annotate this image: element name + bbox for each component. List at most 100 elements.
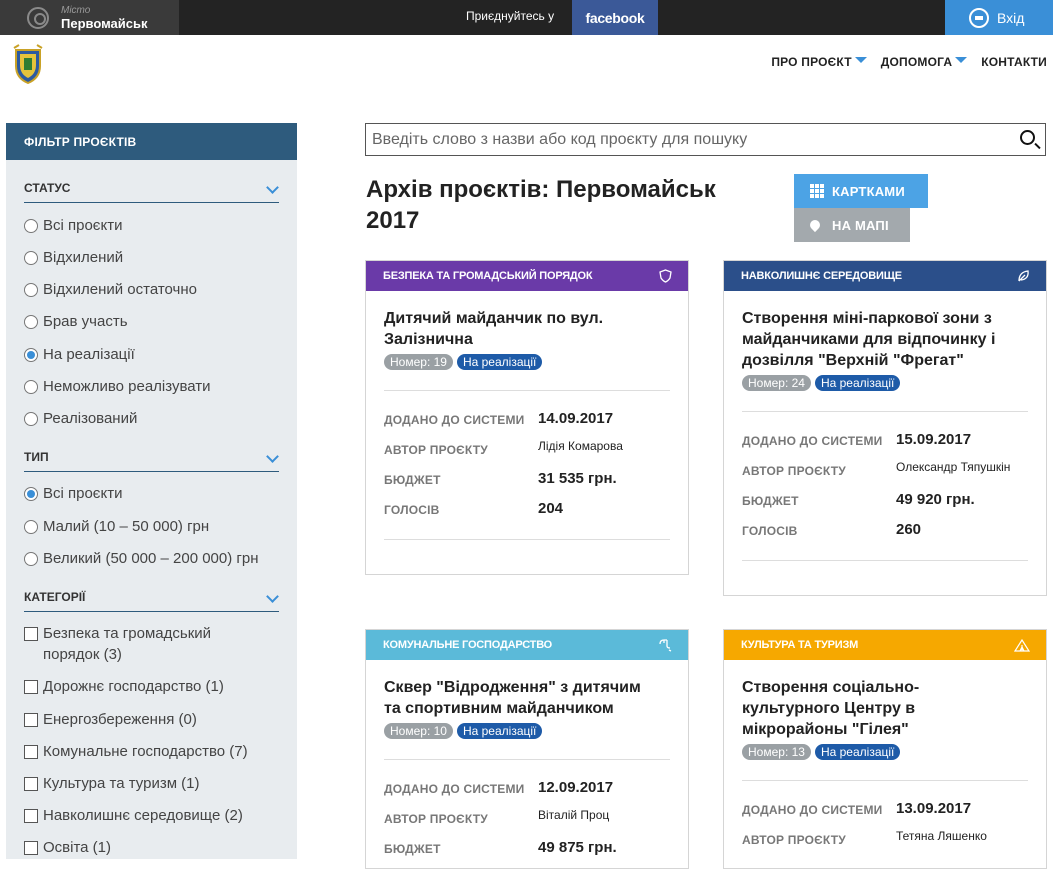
category-option-label: Енергозбереження (0) — [43, 711, 197, 728]
type-option[interactable]: Великий (50 000 – 200 000) грн — [24, 548, 259, 569]
nav-help[interactable]: ДОПОМОГА — [881, 55, 968, 69]
author-label: АВТОР ПРОЄКТУ — [742, 833, 846, 847]
status-badge: На реалізації — [456, 723, 543, 739]
category-option[interactable]: Безпека та громадський порядок (3) — [24, 623, 244, 665]
category-option[interactable]: Дорожнє господарство (1) — [24, 676, 224, 697]
search-input[interactable] — [366, 124, 1006, 155]
radio-button[interactable] — [24, 219, 38, 233]
author-value: Тетяна Ляшенко — [896, 829, 987, 843]
radio-button-selected[interactable] — [24, 487, 38, 501]
status-section-header[interactable]: СТАТУС — [24, 181, 279, 203]
checkbox[interactable] — [24, 777, 38, 791]
status-option[interactable]: Відхилений остаточно — [24, 279, 197, 300]
categories-section-title: КАТЕГОРІЇ — [24, 590, 86, 604]
view-map-button[interactable]: НА МАПІ — [794, 208, 910, 242]
card-title-line: Дитячий майданчик по вул. — [384, 310, 604, 327]
budget-value: 31 535 грн. — [538, 470, 617, 487]
filter-title: ФІЛЬТР ПРОЄКТІВ — [6, 123, 297, 160]
number-badge: Номер: 24 — [742, 375, 811, 391]
votes-row: ГОЛОСІВ 204 — [384, 500, 563, 517]
card-title[interactable]: Створення соціально- культурного Центру … — [742, 677, 919, 740]
nav-contacts[interactable]: КОНТАКТИ — [981, 55, 1047, 69]
author-row: АВТОР ПРОЄКТУ Віталій Проц — [384, 808, 609, 826]
radio-button[interactable] — [24, 412, 38, 426]
added-label: ДОДАНО ДО СИСТЕМИ — [742, 803, 883, 817]
status-option[interactable]: Неможливо реалізувати — [24, 376, 211, 397]
search-box — [365, 123, 1046, 156]
checkbox[interactable] — [24, 809, 38, 823]
status-option[interactable]: Реалізований — [24, 408, 137, 429]
project-card[interactable]: КУЛЬТУРА ТА ТУРИЗМ Створення соціально- … — [723, 629, 1047, 869]
radio-button[interactable] — [24, 251, 38, 265]
author-value: Віталій Проц — [538, 808, 610, 822]
category-option[interactable]: Енергозбереження (0) — [24, 709, 197, 730]
category-option-label: Навколишнє середовище (2) — [43, 807, 243, 824]
radio-button[interactable] — [24, 283, 38, 297]
city-selector[interactable]: Місто Первомайськ — [0, 0, 179, 35]
city-caption: Місто — [61, 4, 91, 16]
chevron-down-icon — [955, 57, 968, 63]
number-badge: Номер: 10 — [384, 723, 453, 739]
card-badges: Номер: 24 На реалізації — [742, 375, 901, 391]
tap-icon — [659, 639, 672, 652]
page-title-line1: Архів проєктів: Первомайськ — [366, 176, 716, 203]
category-option[interactable]: Комунальне господарство (7) — [24, 741, 248, 762]
search-icon[interactable] — [1020, 130, 1035, 145]
card-category-label: БЕЗПЕКА ТА ГРОМАДСЬКИЙ ПОРЯДОК — [383, 270, 593, 282]
checkbox[interactable] — [24, 841, 38, 855]
added-value: 15.09.2017 — [896, 431, 972, 448]
type-option[interactable]: Всі проєкти — [24, 483, 122, 504]
author-value: Олександр Тяпушкін — [896, 460, 1011, 474]
facebook-link[interactable]: facebook — [572, 0, 658, 35]
shield-icon — [659, 269, 672, 283]
card-title-line: Сквер "Відродження" з дитячим — [384, 679, 641, 696]
card-title-line: майданчиками для відпочинку і — [742, 331, 996, 348]
checkbox[interactable] — [24, 713, 38, 727]
card-title[interactable]: Дитячий майданчик по вул. Залізнична — [384, 308, 603, 350]
status-section-title: СТАТУС — [24, 181, 71, 195]
radio-button[interactable] — [24, 520, 38, 534]
author-row: АВТОР ПРОЄКТУ Лідія Комарова — [384, 439, 623, 457]
checkbox[interactable] — [24, 627, 38, 641]
card-title[interactable]: Створення міні-паркової зони з майданчик… — [742, 308, 995, 371]
radio-button[interactable] — [24, 552, 38, 566]
votes-label: ГОЛОСІВ — [384, 503, 440, 517]
status-option-label: Відхилений остаточно — [43, 281, 197, 298]
checkbox[interactable] — [24, 680, 38, 694]
type-option[interactable]: Малий (10 – 50 000) грн — [24, 516, 209, 537]
nav-about[interactable]: ПРО ПРОЄКТ — [771, 55, 867, 69]
added-label: ДОДАНО ДО СИСТЕМИ — [384, 782, 525, 796]
login-label: Вхід — [997, 9, 1025, 26]
filter-sidebar: ФІЛЬТР ПРОЄКТІВ СТАТУС Всі проєкти Відхи… — [6, 123, 297, 859]
radio-button[interactable] — [24, 380, 38, 394]
category-option[interactable]: Культура та туризм (1) — [24, 773, 200, 794]
status-option[interactable]: Відхилений — [24, 247, 123, 268]
checkbox[interactable] — [24, 745, 38, 759]
categories-section-header[interactable]: КАТЕГОРІЇ — [24, 590, 279, 612]
card-title[interactable]: Сквер "Відродження" з дитячим та спортив… — [384, 677, 641, 719]
type-section-header[interactable]: ТИП — [24, 450, 279, 472]
radio-button[interactable] — [24, 315, 38, 329]
budget-row: БЮДЖЕТ 49 920 грн. — [742, 491, 975, 508]
status-option-label: Відхилений — [43, 249, 124, 266]
category-option-label: Культура та туризм (1) — [43, 775, 200, 792]
radio-button-selected[interactable] — [24, 348, 38, 362]
main-nav: ПРО ПРОЄКТ ДОПОМОГА КОНТАКТИ — [771, 55, 1047, 69]
budget-label: БЮДЖЕТ — [742, 494, 799, 508]
project-card[interactable]: НАВКОЛИШНЄ СЕРЕДОВИЩЕ Створення міні-пар… — [723, 260, 1047, 596]
category-option[interactable]: Навколишнє середовище (2) — [24, 805, 243, 826]
status-option-label: На реалізації — [43, 346, 135, 363]
tent-icon — [1014, 638, 1030, 652]
login-button[interactable]: Вхід — [945, 0, 1053, 35]
top-bar: Місто Первомайськ Приєднуйтесь у faceboo… — [0, 0, 1053, 35]
view-cards-button[interactable]: КАРТКАМИ — [794, 174, 928, 208]
status-option[interactable]: Брав участь — [24, 311, 128, 332]
status-option[interactable]: На реалізації — [24, 344, 135, 365]
divider — [384, 390, 670, 391]
status-option[interactable]: Всі проєкти — [24, 215, 122, 236]
added-value: 13.09.2017 — [896, 800, 972, 817]
project-card[interactable]: КОМУНАЛЬНЕ ГОСПОДАРСТВО Сквер "Відроджен… — [365, 629, 689, 869]
city-logo[interactable] — [13, 44, 43, 84]
category-option[interactable]: Освіта (1) — [24, 837, 111, 858]
project-card[interactable]: БЕЗПЕКА ТА ГРОМАДСЬКИЙ ПОРЯДОК Дитячий м… — [365, 260, 689, 575]
